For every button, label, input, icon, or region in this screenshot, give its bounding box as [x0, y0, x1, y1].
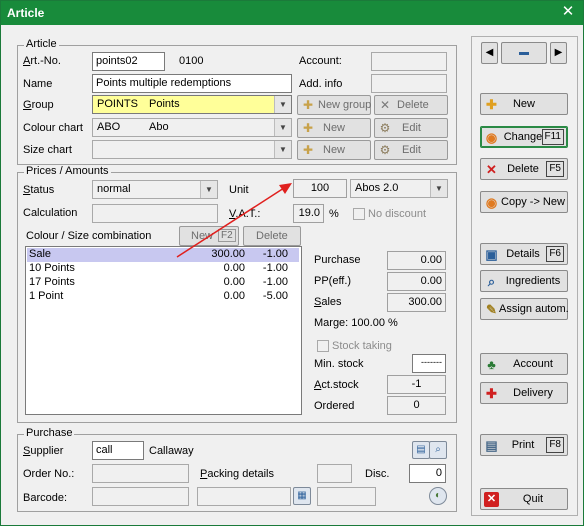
annotation-arrow: [176, 183, 292, 258]
arrow-line: [176, 187, 285, 258]
article-window: Article ✕ Article Art.-No. points02 0100…: [0, 0, 584, 526]
arrow-head: [279, 183, 292, 194]
